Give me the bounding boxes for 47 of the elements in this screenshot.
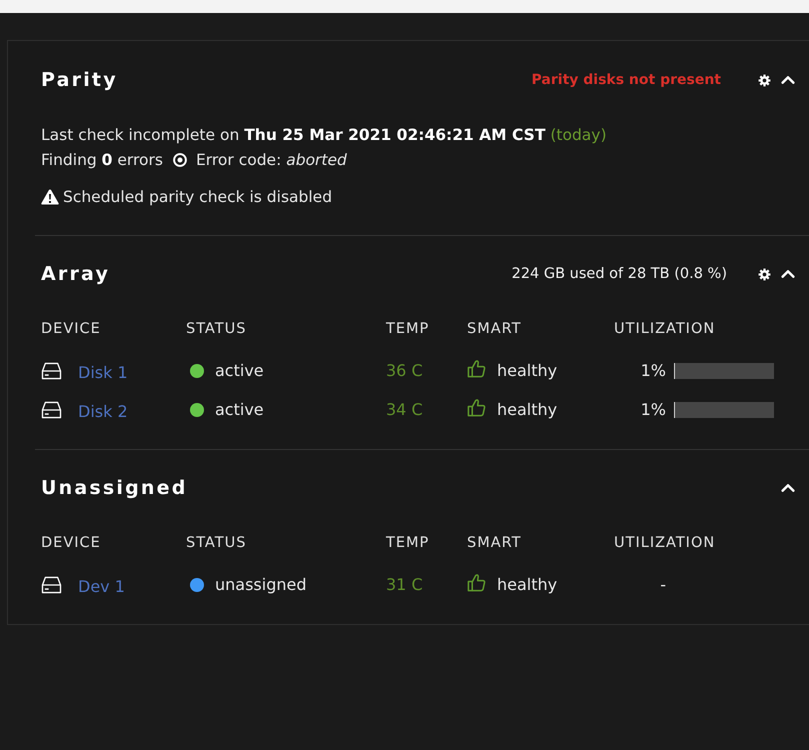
column-header: DEVICE bbox=[41, 321, 102, 337]
thumbs-up-icon bbox=[467, 573, 486, 592]
utilization-percent: 1% bbox=[640, 400, 666, 419]
usage-summary: 224 GB used of 28 TB (0.8 %) bbox=[512, 266, 727, 282]
column-header: DEVICE bbox=[41, 535, 102, 551]
column-header: STATUS bbox=[186, 321, 248, 337]
chevron-up-icon[interactable] bbox=[781, 76, 795, 84]
status-text: active bbox=[215, 400, 264, 419]
target-icon bbox=[172, 152, 187, 166]
smart-status-text: healthy bbox=[497, 400, 558, 419]
column-header: TEMP bbox=[386, 535, 430, 551]
warning-text: Scheduled parity check is disabled bbox=[63, 188, 332, 206]
temperature-text: 31 C bbox=[386, 575, 423, 594]
thumbs-up-icon bbox=[467, 359, 486, 378]
status-text: active bbox=[215, 361, 264, 380]
warning-icon bbox=[41, 188, 59, 204]
device-link[interactable]: Dev 1 bbox=[78, 574, 125, 596]
settings-icon[interactable] bbox=[758, 74, 771, 86]
hard-drive-icon bbox=[41, 362, 62, 380]
column-header: SMART bbox=[467, 321, 523, 337]
chevron-up-icon[interactable] bbox=[781, 484, 795, 492]
column-header: UTILIZATION bbox=[614, 535, 716, 551]
section-title: Unassigned bbox=[41, 477, 189, 499]
thumbs-up-icon bbox=[467, 398, 486, 417]
temperature-text: 36 C bbox=[386, 361, 423, 380]
alert-text: Parity disks not present bbox=[532, 72, 721, 88]
section-title: Parity bbox=[41, 69, 119, 91]
chevron-up-icon[interactable] bbox=[781, 270, 795, 278]
last-check-text: Last check incomplete on Thu 25 Mar 2021 02:46:21 AM CST (today) bbox=[41, 126, 607, 144]
smart-status-text: healthy bbox=[497, 575, 558, 594]
smart-status-text: healthy bbox=[497, 361, 558, 380]
utilization-percent: - bbox=[659, 575, 666, 594]
hard-drive-icon bbox=[41, 400, 62, 418]
column-header: UTILIZATION bbox=[614, 321, 716, 337]
device-link[interactable]: Disk 1 bbox=[78, 360, 128, 382]
utilization-percent: 1% bbox=[640, 361, 666, 380]
findings-text: Finding 0 errors bbox=[41, 150, 163, 168]
settings-icon[interactable] bbox=[758, 268, 771, 280]
section-title: Array bbox=[41, 263, 112, 285]
column-header: SMART bbox=[467, 535, 523, 551]
temperature-text: 34 C bbox=[386, 400, 423, 419]
device-link[interactable]: Disk 2 bbox=[78, 398, 128, 420]
column-header: TEMP bbox=[386, 321, 430, 337]
error-code-text: Error code: aborted bbox=[196, 150, 347, 168]
status-text: unassigned bbox=[215, 575, 306, 594]
column-header: STATUS bbox=[186, 535, 248, 551]
hard-drive-icon bbox=[41, 576, 62, 594]
